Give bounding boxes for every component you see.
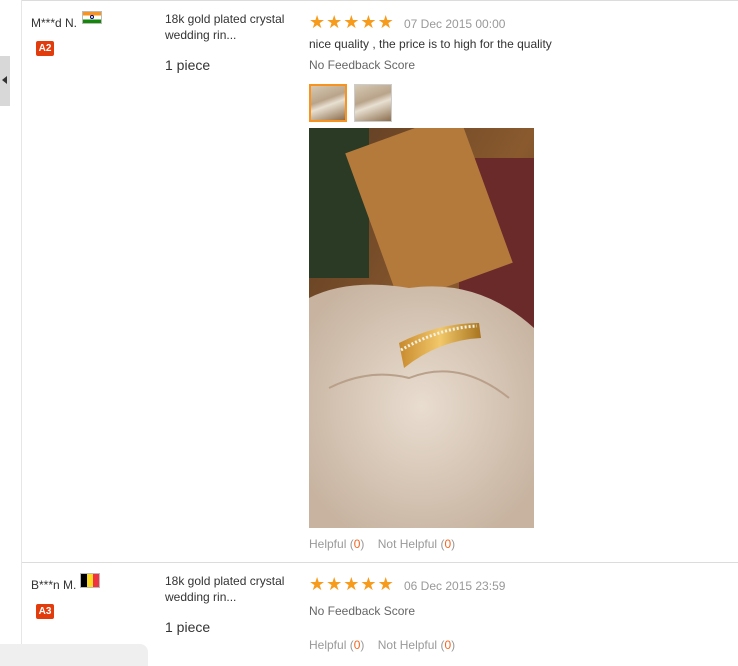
buyer-name[interactable]: M***d N.	[31, 16, 77, 30]
photo-thumbnail[interactable]	[354, 84, 392, 122]
star-icon: ★	[326, 574, 343, 594]
star-icon: ★	[360, 574, 377, 594]
chevron-left-icon	[2, 76, 7, 84]
review-date: 06 Dec 2015 23:59	[404, 579, 506, 593]
star-icon: ★	[326, 12, 343, 32]
star-icon: ★	[309, 12, 326, 32]
review-date: 07 Dec 2015 00:00	[404, 17, 506, 31]
product-link[interactable]: 18k gold plated crystal wedding rin...	[165, 11, 300, 43]
star-icon: ★	[377, 12, 394, 32]
star-icon: ★	[309, 574, 326, 594]
flag-india-icon	[82, 11, 102, 24]
helpful-votes: Helpful (0) Not Helpful (0)	[309, 537, 455, 551]
not-helpful-link[interactable]: Not Helpful (0)	[378, 638, 455, 652]
buyer-level-badge: A2	[36, 41, 54, 56]
quantity: 1 piece	[165, 619, 211, 635]
helpful-count: 0	[353, 537, 361, 551]
helpful-count: 0	[353, 638, 361, 652]
not-helpful-count: 0	[444, 537, 452, 551]
star-rating: ★ ★ ★ ★ ★	[309, 13, 394, 31]
star-rating: ★ ★ ★ ★ ★	[309, 575, 394, 593]
product-link[interactable]: 18k gold plated crystal wedding rin...	[165, 573, 300, 605]
review-photo[interactable]	[309, 128, 534, 528]
star-icon: ★	[343, 574, 360, 594]
bottom-panel	[0, 644, 148, 666]
helpful-link[interactable]: Helpful (0)	[309, 537, 364, 551]
photo-thumbnail[interactable]	[309, 84, 347, 122]
review-comment: nice quality , the price is to high for …	[309, 37, 552, 51]
not-helpful-link[interactable]: Not Helpful (0)	[378, 537, 455, 551]
star-icon: ★	[377, 574, 394, 594]
feedback-score: No Feedback Score	[309, 58, 416, 72]
helpful-votes: Helpful (0) Not Helpful (0)	[309, 638, 455, 652]
helpful-link[interactable]: Helpful (0)	[309, 638, 364, 652]
buyer-level-badge: A3	[36, 604, 54, 619]
quantity: 1 piece	[165, 57, 211, 73]
flag-belgium-icon	[80, 573, 100, 588]
star-icon: ★	[360, 12, 377, 32]
side-panel-toggle[interactable]	[0, 56, 10, 106]
feedback-score: No Feedback Score	[309, 604, 416, 618]
star-icon: ★	[343, 12, 360, 32]
buyer-name[interactable]: B***n M.	[31, 578, 76, 592]
not-helpful-count: 0	[444, 638, 452, 652]
